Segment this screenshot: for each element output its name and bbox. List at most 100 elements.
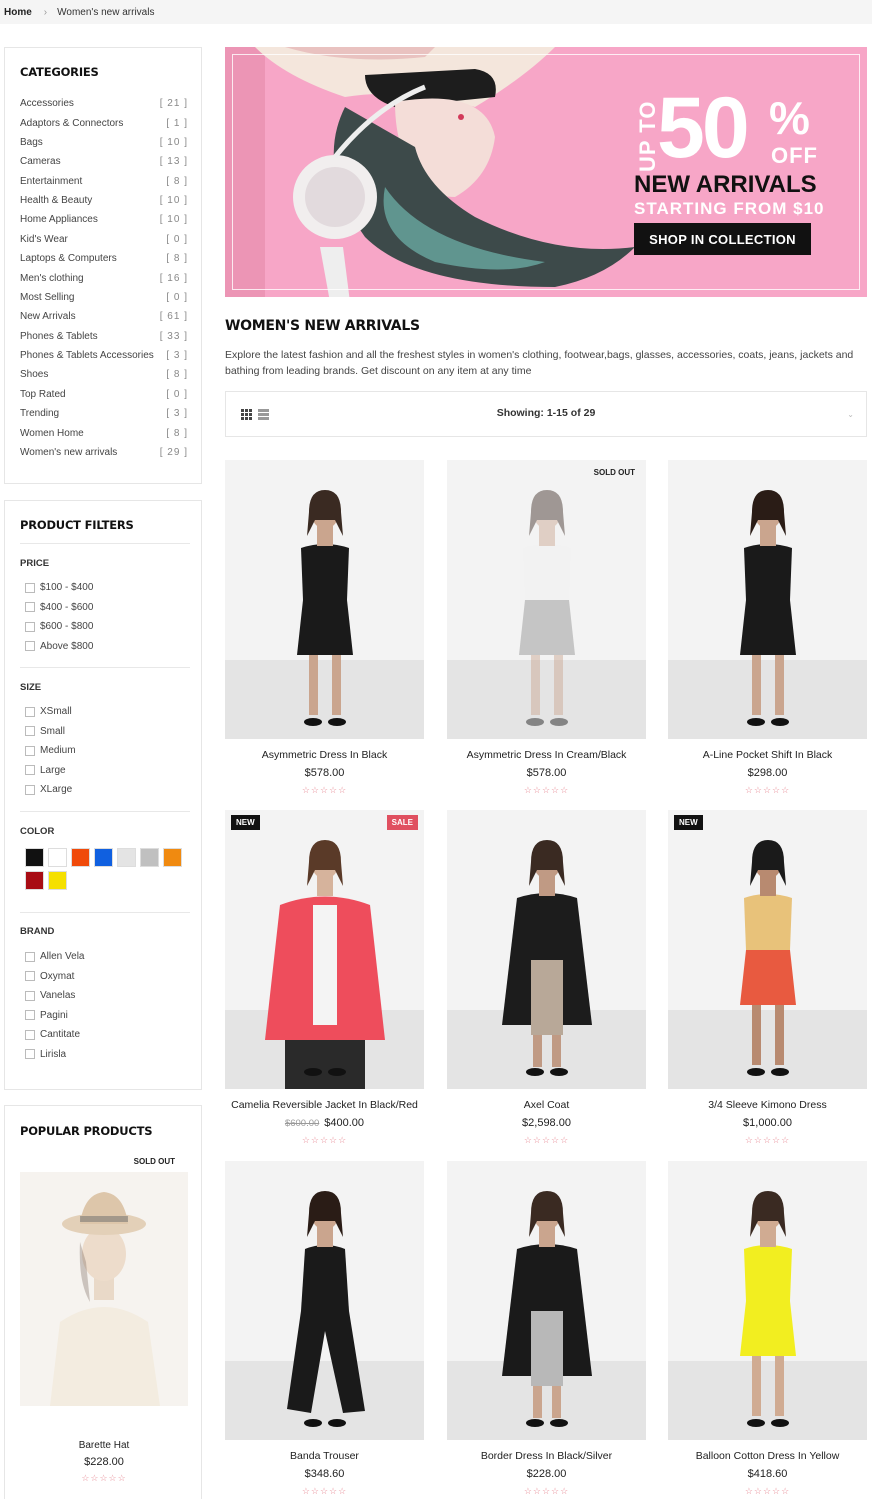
color-swatch[interactable] — [48, 848, 67, 867]
price-filter-option[interactable]: $100 - $400 — [25, 578, 93, 598]
category-label[interactable]: Bags — [20, 137, 43, 148]
checkbox[interactable] — [25, 726, 35, 737]
size-filter-option[interactable]: Large — [25, 761, 76, 781]
category-label[interactable]: Entertainment — [20, 176, 82, 187]
sort-dropdown-icon[interactable]: ⌄ — [847, 410, 854, 419]
product-image[interactable] — [447, 810, 646, 1089]
price-filter-option[interactable]: $600 - $800 — [25, 617, 93, 637]
category-item[interactable]: Trending [ 3 ] — [20, 404, 188, 423]
category-item[interactable]: Women's new arrivals [ 29 ] — [20, 443, 188, 462]
product-image[interactable] — [668, 810, 867, 1089]
category-label[interactable]: Trending — [20, 408, 59, 419]
category-item[interactable]: Phones & Tablets Accessories [ 3 ] — [20, 346, 188, 365]
brand-filter-option[interactable]: Cantitate — [25, 1025, 84, 1045]
category-item[interactable]: Bags [ 10 ] — [20, 133, 188, 152]
category-item[interactable]: Shoes [ 8 ] — [20, 365, 188, 384]
category-label[interactable]: Women's new arrivals — [20, 447, 117, 458]
product-name[interactable]: Axel Coat — [447, 1099, 646, 1111]
product-image[interactable] — [668, 1161, 867, 1440]
category-label[interactable]: Shoes — [20, 369, 48, 380]
price-filter-option[interactable]: $400 - $600 — [25, 598, 93, 618]
product-image[interactable] — [447, 460, 646, 739]
category-label[interactable]: Top Rated — [20, 389, 66, 400]
brand-filter-option[interactable]: Oxymat — [25, 967, 84, 987]
size-filter-option[interactable]: XSmall — [25, 702, 76, 722]
checkbox[interactable] — [25, 784, 35, 795]
color-swatch[interactable] — [71, 848, 90, 867]
category-label[interactable]: Phones & Tablets — [20, 331, 98, 342]
product-name[interactable]: Asymmetric Dress In Black — [225, 749, 424, 761]
category-item[interactable]: Phones & Tablets [ 33 ] — [20, 327, 188, 346]
breadcrumb-home-link[interactable]: Home — [4, 7, 32, 18]
category-label[interactable]: Accessories — [20, 98, 74, 109]
color-swatch[interactable] — [163, 848, 182, 867]
category-label[interactable]: Men's clothing — [20, 273, 84, 284]
product-name[interactable]: Banda Trouser — [225, 1450, 424, 1462]
brand-filter-option[interactable]: Vanelas — [25, 986, 84, 1006]
checkbox[interactable] — [25, 621, 35, 632]
brand-filter-option[interactable]: Allen Vela — [25, 947, 84, 967]
category-item[interactable]: Women Home [ 8 ] — [20, 423, 188, 442]
category-label[interactable]: Home Appliances — [20, 214, 98, 225]
size-filter-option[interactable]: Small — [25, 722, 76, 742]
product-image[interactable] — [225, 1161, 424, 1440]
checkbox[interactable] — [25, 745, 35, 756]
product-name[interactable]: 3/4 Sleeve Kimono Dress — [668, 1099, 867, 1111]
checkbox[interactable] — [25, 971, 35, 982]
category-item[interactable]: Kid's Wear [ 0 ] — [20, 230, 188, 249]
category-item[interactable]: Top Rated [ 0 ] — [20, 385, 188, 404]
checkbox[interactable] — [25, 602, 35, 613]
product-name[interactable]: Asymmetric Dress In Cream/Black — [447, 749, 646, 761]
category-label[interactable]: New Arrivals — [20, 311, 76, 322]
color-swatch[interactable] — [48, 871, 67, 890]
checkbox[interactable] — [25, 990, 35, 1001]
product-image[interactable] — [225, 810, 424, 1089]
product-image[interactable] — [447, 1161, 646, 1440]
category-item[interactable]: New Arrivals [ 61 ] — [20, 307, 188, 326]
category-item[interactable]: Most Selling [ 0 ] — [20, 288, 188, 307]
popular-product-image[interactable] — [20, 1172, 188, 1406]
product-image[interactable] — [668, 460, 867, 739]
category-label[interactable]: Health & Beauty — [20, 195, 92, 206]
checkbox[interactable] — [25, 1049, 35, 1060]
product-name[interactable]: A-Line Pocket Shift In Black — [668, 749, 867, 761]
checkbox[interactable] — [25, 765, 35, 776]
shop-collection-button[interactable]: SHOP IN COLLECTION — [634, 223, 811, 255]
category-label[interactable]: Laptops & Computers — [20, 253, 117, 264]
category-item[interactable]: Laptops & Computers [ 8 ] — [20, 249, 188, 268]
product-name[interactable]: Border Dress In Black/Silver — [447, 1450, 646, 1462]
category-item[interactable]: Entertainment [ 8 ] — [20, 172, 188, 191]
category-label[interactable]: Cameras — [20, 156, 61, 167]
category-item[interactable]: Health & Beauty [ 10 ] — [20, 191, 188, 210]
product-image[interactable] — [225, 460, 424, 739]
color-swatch[interactable] — [94, 848, 113, 867]
category-label[interactable]: Most Selling — [20, 292, 74, 303]
checkbox[interactable] — [25, 706, 35, 717]
category-item[interactable]: Adaptors & Connectors [ 1 ] — [20, 113, 188, 132]
category-label[interactable]: Adaptors & Connectors — [20, 118, 123, 129]
brand-filter-option[interactable]: Lirisla — [25, 1045, 84, 1065]
checkbox[interactable] — [25, 641, 35, 652]
popular-product-name[interactable]: Barette Hat — [5, 1440, 203, 1451]
promo-banner[interactable]: UP TO 50 % OFF NEW ARRIVALS STARTING FRO… — [225, 47, 867, 297]
size-filter-option[interactable]: XLarge — [25, 780, 76, 800]
brand-filter-option[interactable]: Pagini — [25, 1006, 84, 1026]
checkbox[interactable] — [25, 1029, 35, 1040]
category-label[interactable]: Kid's Wear — [20, 234, 68, 245]
color-swatch[interactable] — [140, 848, 159, 867]
checkbox[interactable] — [25, 1010, 35, 1021]
product-name[interactable]: Camelia Reversible Jacket In Black/Red — [225, 1099, 424, 1111]
category-item[interactable]: Men's clothing [ 16 ] — [20, 268, 188, 287]
price-filter-option[interactable]: Above $800 — [25, 637, 93, 657]
category-label[interactable]: Phones & Tablets Accessories — [20, 350, 154, 361]
checkbox[interactable] — [25, 582, 35, 593]
color-swatch[interactable] — [117, 848, 136, 867]
category-item[interactable]: Home Appliances [ 10 ] — [20, 210, 188, 229]
size-filter-option[interactable]: Medium — [25, 741, 76, 761]
category-item[interactable]: Cameras [ 13 ] — [20, 152, 188, 171]
category-item[interactable]: Accessories [ 21 ] — [20, 94, 188, 113]
category-label[interactable]: Women Home — [20, 428, 84, 439]
product-name[interactable]: Balloon Cotton Dress In Yellow — [668, 1450, 867, 1462]
color-swatch[interactable] — [25, 848, 44, 867]
color-swatch[interactable] — [25, 871, 44, 890]
